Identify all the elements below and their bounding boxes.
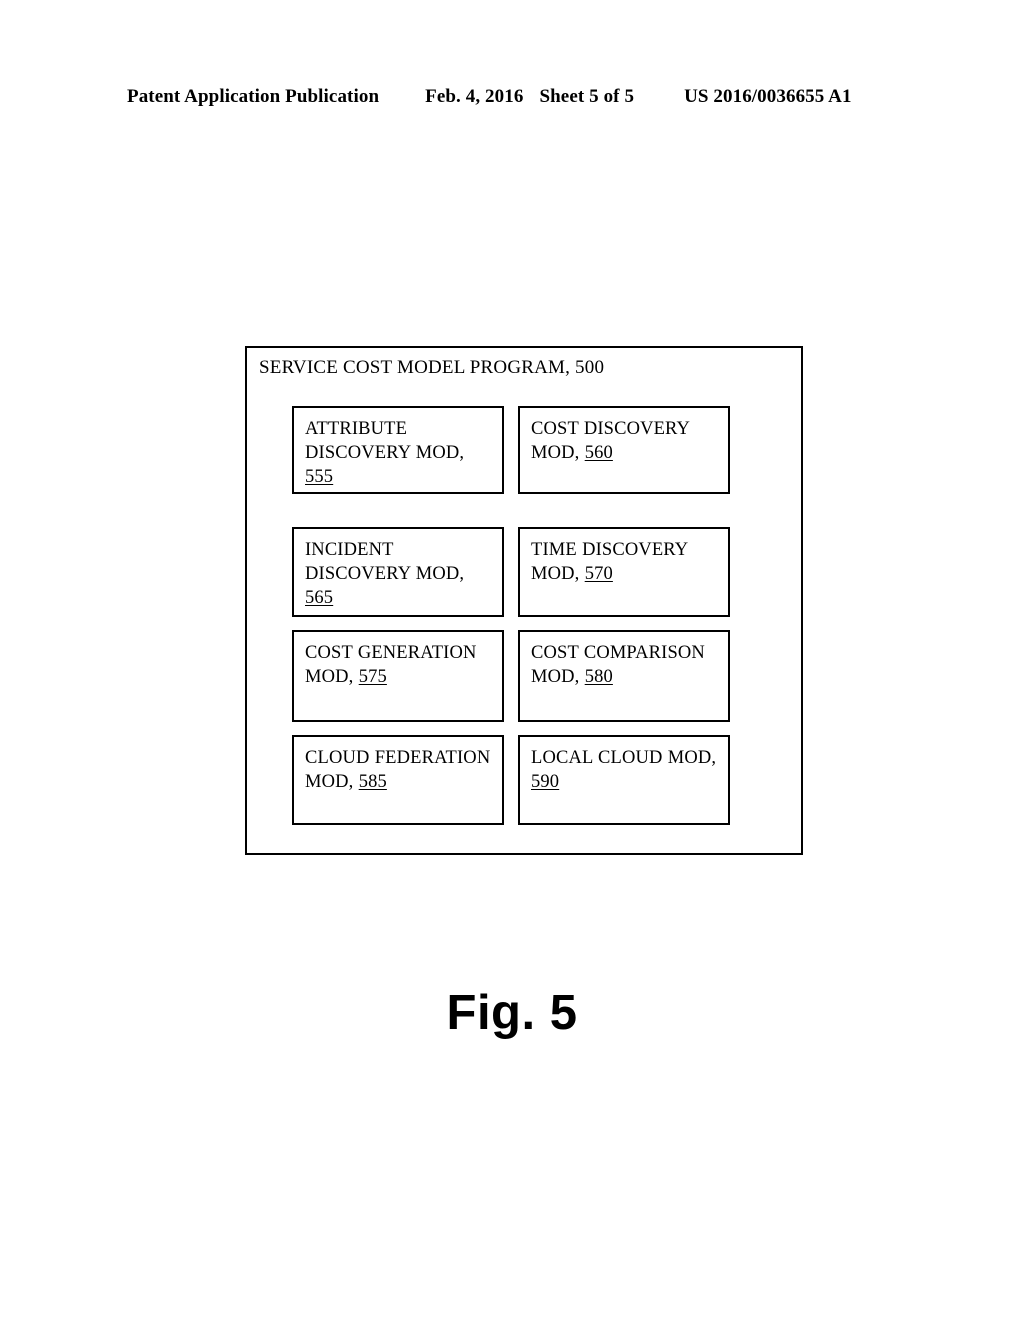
module-reference: 585 <box>358 772 387 792</box>
module-label: COST GENERATION MOD, 575 <box>305 641 492 689</box>
cost-generation-mod-box: COST GENERATION MOD, 575 <box>292 630 504 722</box>
module-label: ATTRIBUTE DISCOVERY MOD, 555 <box>305 417 492 489</box>
program-title-reference: 500 <box>575 357 605 378</box>
program-title-text: SERVICE COST MODEL PROGRAM, <box>259 357 571 378</box>
module-label: COST DISCOVERY MOD, 560 <box>531 417 718 465</box>
module-reference: 570 <box>584 564 613 584</box>
module-name: COST COMPARISON MOD, <box>531 643 705 687</box>
module-name: LOCAL CLOUD MOD, <box>531 748 717 768</box>
module-reference: 575 <box>358 667 387 687</box>
module-name: COST GENERATION MOD, <box>305 643 477 687</box>
module-row: INCIDENT DISCOVERY MOD, 565 TIME DISCOVE… <box>292 527 730 617</box>
module-label: INCIDENT DISCOVERY MOD, 565 <box>305 538 492 610</box>
cloud-federation-mod-box: CLOUD FEDERATION MOD, 585 <box>292 735 504 825</box>
module-grid: ATTRIBUTE DISCOVERY MOD, 555 COST DISCOV… <box>292 406 730 825</box>
module-label: COST COMPARISON MOD, 580 <box>531 641 718 689</box>
module-reference: 555 <box>305 467 334 487</box>
module-label: LOCAL CLOUD MOD, 590 <box>531 746 718 794</box>
module-reference: 580 <box>584 667 613 687</box>
attribute-discovery-mod-box: ATTRIBUTE DISCOVERY MOD, 555 <box>292 406 504 494</box>
module-name: ATTRIBUTE DISCOVERY MOD, <box>305 419 465 463</box>
service-cost-model-program-box: SERVICE COST MODEL PROGRAM, 500 ATTRIBUT… <box>245 346 803 855</box>
figure-caption: Fig. 5 <box>446 986 578 1040</box>
incident-discovery-mod-box: INCIDENT DISCOVERY MOD, 565 <box>292 527 504 617</box>
module-reference: 590 <box>531 772 560 792</box>
module-label: TIME DISCOVERY MOD, 570 <box>531 538 718 586</box>
patent-figure-5: SERVICE COST MODEL PROGRAM, 500 ATTRIBUT… <box>0 0 1024 1320</box>
module-row: ATTRIBUTE DISCOVERY MOD, 555 COST DISCOV… <box>292 406 730 494</box>
module-row: COST GENERATION MOD, 575 COST COMPARISON… <box>292 630 730 722</box>
module-name: INCIDENT DISCOVERY MOD, <box>305 540 465 584</box>
module-label: CLOUD FEDERATION MOD, 585 <box>305 746 492 794</box>
module-name: CLOUD FEDERATION MOD, <box>305 748 491 792</box>
module-reference: 560 <box>584 443 613 463</box>
time-discovery-mod-box: TIME DISCOVERY MOD, 570 <box>518 527 730 617</box>
service-cost-model-program-title: SERVICE COST MODEL PROGRAM, 500 <box>259 356 604 380</box>
module-row: CLOUD FEDERATION MOD, 585 LOCAL CLOUD MO… <box>292 735 730 825</box>
cost-comparison-mod-box: COST COMPARISON MOD, 580 <box>518 630 730 722</box>
module-reference: 565 <box>305 588 334 608</box>
local-cloud-mod-box: LOCAL CLOUD MOD, 590 <box>518 735 730 825</box>
cost-discovery-mod-box: COST DISCOVERY MOD, 560 <box>518 406 730 494</box>
